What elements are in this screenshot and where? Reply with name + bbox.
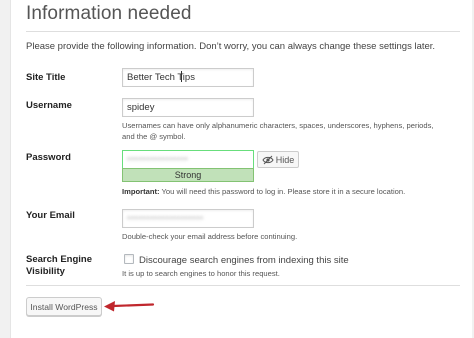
password-hint-text: You will need this password to log in. P… bbox=[159, 187, 406, 196]
password-strength-meter: Strong bbox=[122, 168, 254, 182]
search-engine-label-line2: Visibility bbox=[26, 266, 65, 277]
search-engine-hint: It is up to search engines to honor this… bbox=[122, 269, 280, 278]
username-input[interactable]: spidey bbox=[122, 98, 254, 117]
email-label: Your Email bbox=[26, 210, 75, 221]
site-title-value: Better Tech Tips bbox=[127, 72, 195, 83]
eye-slash-icon bbox=[262, 155, 274, 164]
email-hint: Double-check your email address before c… bbox=[122, 232, 298, 241]
password-input[interactable]: •••••••••••••••• bbox=[122, 150, 254, 169]
title-divider bbox=[26, 31, 460, 32]
hide-password-button[interactable]: Hide bbox=[257, 151, 299, 168]
username-label: Username bbox=[26, 100, 72, 111]
discourage-search-label[interactable]: Discourage search engines from indexing … bbox=[139, 255, 349, 266]
username-hint: Usernames can have only alphanumeric cha… bbox=[122, 121, 434, 141]
password-label: Password bbox=[26, 152, 71, 163]
password-hint: Important: You will need this password t… bbox=[122, 186, 452, 197]
hide-button-label: Hide bbox=[275, 154, 295, 165]
search-engine-label-line1: Search Engine bbox=[26, 254, 92, 265]
form-divider bbox=[26, 285, 460, 286]
discourage-search-checkbox[interactable] bbox=[124, 254, 134, 264]
page-title: Information needed bbox=[26, 3, 192, 24]
install-wordpress-button[interactable]: Install WordPress bbox=[26, 297, 102, 316]
password-hint-important: Important: bbox=[122, 187, 160, 196]
intro-text: Please provide the following information… bbox=[26, 41, 436, 52]
email-value: •••••••••••••••••••• bbox=[127, 213, 204, 224]
site-title-input[interactable]: Better Tech Tips bbox=[122, 68, 254, 87]
site-title-label: Site Title bbox=[26, 72, 66, 83]
password-value: •••••••••••••••• bbox=[127, 154, 189, 165]
text-cursor bbox=[180, 71, 182, 82]
red-arrow-annotation bbox=[104, 301, 155, 312]
search-engine-label: Search Engine Visibility bbox=[26, 254, 92, 278]
email-input[interactable]: •••••••••••••••••••• bbox=[122, 209, 254, 228]
